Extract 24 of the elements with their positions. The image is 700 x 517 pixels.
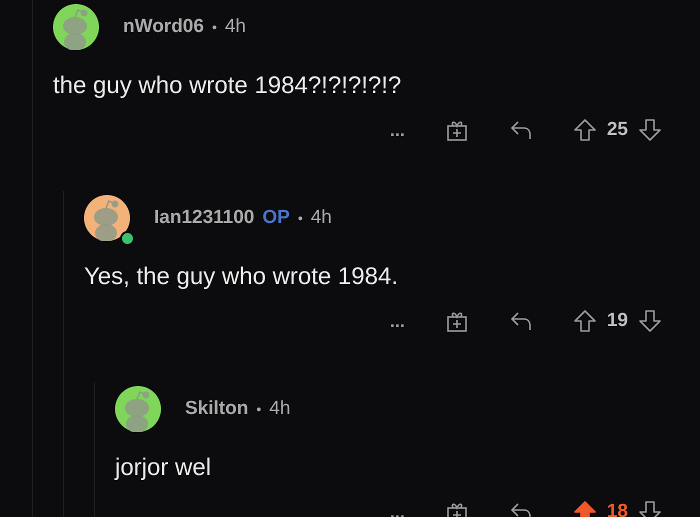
comment-text: Yes, the guy who wrote 1984. <box>84 263 399 291</box>
downvote-icon[interactable] <box>638 309 662 333</box>
more-options-button[interactable]: ... <box>390 310 405 332</box>
upvote-icon[interactable] <box>572 500 597 517</box>
downvote-icon[interactable] <box>638 118 662 142</box>
op-label: OP <box>262 207 290 229</box>
upvote-icon[interactable] <box>572 309 597 333</box>
separator-dot: • <box>212 19 217 35</box>
vote-count: 25 <box>606 119 628 141</box>
upvote-icon[interactable] <box>572 118 597 142</box>
vote-count: 18 <box>606 501 628 517</box>
username[interactable]: Skilton <box>185 398 248 420</box>
separator-dot: • <box>298 210 303 226</box>
comment-age: 4h <box>224 16 246 38</box>
comment-text: jorjor wel <box>115 454 212 482</box>
more-options-button[interactable]: ... <box>390 120 405 140</box>
vote-count: 19 <box>606 310 628 332</box>
comment-age: 4h <box>310 207 332 229</box>
comment-age: 4h <box>269 398 290 420</box>
username[interactable]: nWord06 <box>123 16 204 38</box>
downvote-icon[interactable] <box>638 500 662 517</box>
separator-dot: • <box>256 401 262 417</box>
username[interactable]: Ian1231100 <box>154 207 254 229</box>
comment-text: the guy who wrote 1984?!?!?!?!? <box>53 72 402 100</box>
